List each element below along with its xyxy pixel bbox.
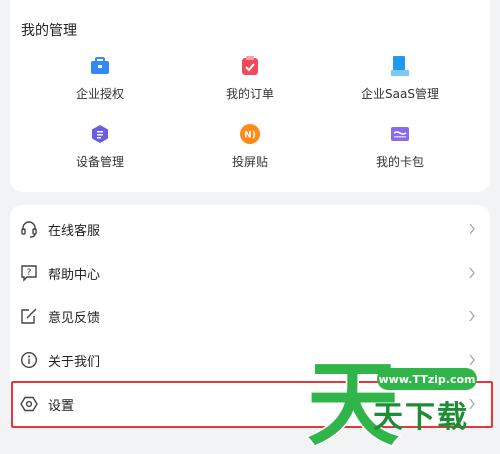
menu-item-online-service[interactable]: 在线客服: [10, 207, 490, 251]
saas-icon: [391, 56, 409, 76]
grid-item-label: 投屏贴: [231, 155, 268, 169]
menu-item-label: 设置: [48, 398, 75, 414]
watermark-name: 天下载: [373, 400, 469, 435]
cast-sticker-icon: N): [240, 124, 260, 144]
chevron-right-icon: [469, 267, 475, 279]
grid-item-label: 我的卡包: [375, 155, 424, 169]
svg-text:N): N): [244, 131, 256, 141]
menu-item-label: 意见反馈: [48, 310, 101, 326]
info-icon: [20, 351, 38, 369]
menu-item-label: 关于我们: [48, 354, 101, 370]
grid-item-my-orders[interactable]: 我的订单: [175, 56, 325, 102]
menu-item-feedback[interactable]: 意见反馈: [10, 294, 490, 338]
settings-icon: [20, 396, 38, 412]
grid-item-enterprise-auth[interactable]: 企业授权: [25, 56, 175, 102]
device-icon: [92, 125, 108, 143]
menu-item-label: 在线客服: [48, 223, 101, 239]
section-title: 我的管理: [21, 23, 77, 39]
menu-item-help-center[interactable]: ? 帮助中心: [10, 251, 490, 295]
grid-item-card-wallet[interactable]: 我的卡包: [325, 124, 475, 170]
order-icon: [242, 56, 258, 75]
grid-item-label: 设备管理: [75, 155, 124, 169]
headset-icon: [21, 221, 37, 238]
feedback-icon: [21, 308, 37, 324]
menu-item-label: 帮助中心: [48, 267, 101, 283]
my-management-card: 我的管理 企业授权 我的订单 企业SaaS管理 设备管理 N) 投屏贴 我的卡包: [10, 0, 490, 192]
chevron-right-icon: [469, 223, 475, 235]
grid-item-enterprise-saas[interactable]: 企业SaaS管理: [325, 56, 475, 102]
grid-item-label: 企业SaaS管理: [361, 87, 439, 101]
watermark-url: www.TTzip.com: [377, 368, 477, 390]
grid-item-device-management[interactable]: 设备管理: [25, 124, 175, 170]
card-wallet-icon: [391, 127, 409, 141]
help-icon: ?: [21, 265, 37, 282]
grid-item-label: 企业授权: [75, 87, 124, 101]
grid-item-cast-sticker[interactable]: N) 投屏贴: [175, 124, 325, 170]
grid-item-label: 我的订单: [225, 87, 274, 101]
svg-text:?: ?: [27, 268, 32, 278]
chevron-right-icon: [469, 310, 475, 322]
enterprise-auth-icon: [91, 57, 109, 74]
